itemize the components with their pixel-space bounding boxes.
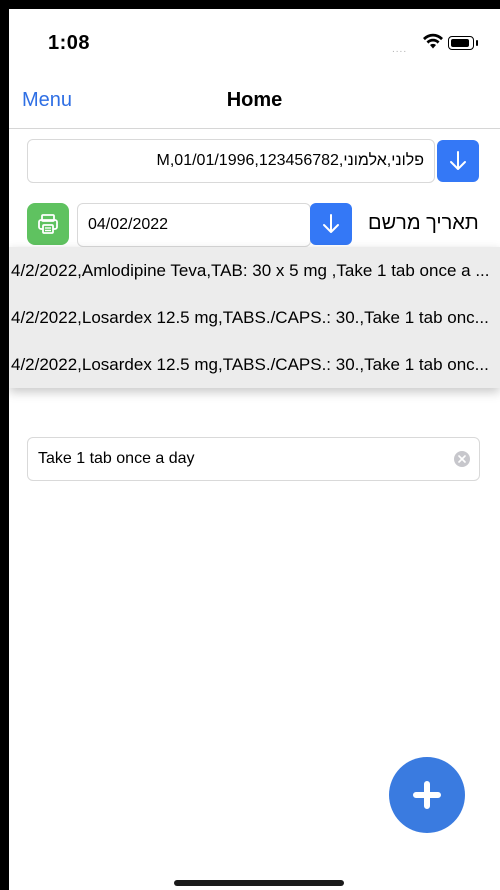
patient-dropdown-button[interactable] xyxy=(437,140,479,182)
arrow-down-icon xyxy=(323,214,339,233)
arrow-down-icon xyxy=(450,151,466,170)
dropdown-item-label: 4/2/2022,Losardex 12.5 mg,TABS./CAPS.: 3… xyxy=(11,308,489,327)
home-indicator xyxy=(174,880,344,886)
clear-icon[interactable] xyxy=(454,451,470,467)
patient-field[interactable]: M,01/01/1996,פלוני,אלמוני,123456782 xyxy=(27,139,435,183)
printer-icon xyxy=(38,214,58,234)
dropdown-item[interactable]: 4/2/2022,Losardex 12.5 mg,TABS./CAPS.: 3… xyxy=(9,294,500,341)
top-edge xyxy=(0,0,500,9)
plus-icon xyxy=(413,781,441,809)
dropdown-item[interactable]: 4/2/2022,Losardex 12.5 mg,TABS./CAPS.: 3… xyxy=(9,341,500,388)
navigation-bar: Menu Home xyxy=(9,76,500,129)
dropdown-item-label: 4/2/2022,Amlodipine Teva,TAB: 30 x 5 mg … xyxy=(11,261,490,280)
prescription-date-field[interactable]: 04/02/2022 xyxy=(77,203,311,247)
status-time: 1:08 xyxy=(48,32,91,54)
instructions-field[interactable]: Take 1 tab once a day xyxy=(27,437,480,481)
prescription-date-label: תאריך מרשם xyxy=(368,212,479,234)
dropdown-item[interactable]: 4/2/2022,Amlodipine Teva,TAB: 30 x 5 mg … xyxy=(9,247,500,294)
wifi-icon xyxy=(423,33,443,49)
page-title: Home xyxy=(226,89,283,111)
left-edge xyxy=(0,0,9,890)
dropdown-item-label: 4/2/2022,Losardex 12.5 mg,TABS./CAPS.: 3… xyxy=(11,355,489,374)
add-button[interactable] xyxy=(389,757,465,833)
print-button[interactable] xyxy=(27,203,69,245)
signal-dots: .... xyxy=(392,44,408,55)
prescription-dropdown-list: 4/2/2022,Amlodipine Teva,TAB: 30 x 5 mg … xyxy=(9,247,500,388)
status-icons: .... xyxy=(392,32,484,55)
x-icon xyxy=(458,455,466,463)
battery-icon xyxy=(448,36,478,50)
date-dropdown-button[interactable] xyxy=(310,203,352,245)
